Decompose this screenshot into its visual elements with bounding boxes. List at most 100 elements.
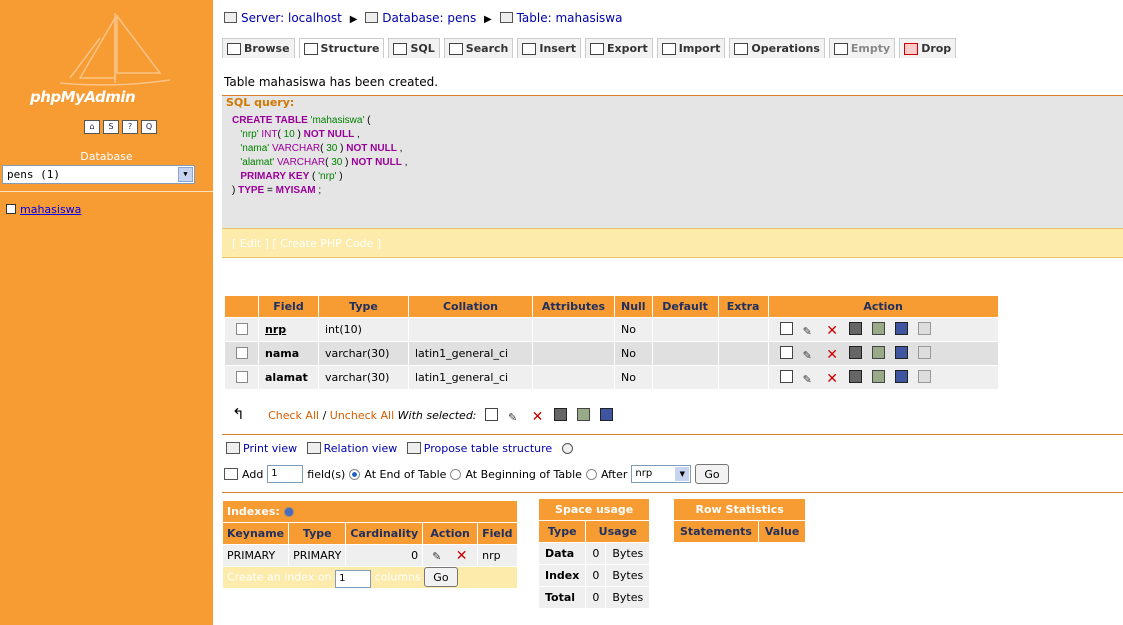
create-index-go-button[interactable]: Go	[424, 567, 458, 588]
drop-x-icon[interactable]: ✕	[455, 549, 468, 563]
print-icon	[226, 442, 240, 454]
sql-edit-links[interactable]: [ Edit ] [ Create PHP Code ]	[232, 237, 381, 250]
unique-icon[interactable]	[894, 321, 908, 335]
check-all-row: ↰ Check All / Uncheck All With selected:…	[232, 405, 618, 424]
phpmyadmin-logo-text[interactable]: phpMyAdmin	[30, 88, 136, 106]
space-value-cell: 0	[585, 542, 607, 565]
tab-search[interactable]: Search	[443, 38, 514, 58]
at-end-radio[interactable]	[349, 468, 361, 480]
check-all-separator: /	[322, 409, 327, 422]
insert-icon	[522, 42, 537, 55]
database-select[interactable]: pens (1) ▼	[2, 165, 195, 184]
add-label: Add	[242, 467, 264, 481]
column-header-type: Type	[318, 295, 409, 318]
table-row: PRIMARY PRIMARY 0 ✎ ✕ nrp	[221, 544, 518, 567]
after-field-select[interactable]: nrp ▼	[631, 465, 692, 483]
table-row: nrp int(10) No ✎ ✕	[224, 317, 999, 342]
tab-insert[interactable]: Insert	[517, 38, 581, 58]
index-icon[interactable]	[871, 369, 885, 383]
browse-icon[interactable]	[485, 408, 499, 421]
tab-drop[interactable]: Drop	[899, 38, 957, 58]
unique-icon[interactable]	[600, 408, 614, 421]
primary-key-icon[interactable]	[554, 408, 568, 421]
breadcrumb: Server: localhost ▶ Database: pens ▶ Tab…	[224, 11, 622, 25]
space-type-cell: Data	[537, 542, 587, 565]
after-radio[interactable]	[585, 468, 597, 480]
after-field-value: nrp	[635, 468, 653, 479]
help-icon[interactable]: ?	[122, 120, 138, 134]
primary-key-icon[interactable]	[848, 369, 862, 383]
default-cell	[651, 341, 719, 366]
drop-x-icon[interactable]: ✕	[826, 348, 839, 362]
primary-key-icon[interactable]	[848, 321, 862, 335]
edit-pencil-icon[interactable]: ✎	[803, 325, 816, 338]
drop-x-icon[interactable]: ✕	[531, 410, 544, 424]
fulltext-icon[interactable]	[917, 345, 931, 359]
fields-label: field(s)	[307, 467, 346, 481]
browse-icon[interactable]	[779, 345, 793, 359]
relation-icon	[306, 442, 321, 454]
home-icon[interactable]: ⌂	[84, 120, 100, 134]
tab-label: Search	[465, 42, 509, 55]
add-field-count-input[interactable]: 1	[267, 465, 304, 483]
primary-key-icon[interactable]	[848, 345, 862, 359]
propose-structure-link[interactable]: Propose table structure	[424, 442, 552, 455]
row-statistics-table: Row Statistics Statements Value	[672, 498, 807, 543]
fulltext-icon[interactable]	[917, 369, 931, 383]
index-icon[interactable]	[577, 408, 591, 421]
left-table-item[interactable]: mahasiswa	[6, 203, 81, 216]
help-icon[interactable]	[283, 507, 294, 517]
browse-icon[interactable]	[779, 369, 793, 383]
tab-operations[interactable]: Operations	[729, 38, 825, 58]
space-unit-cell: Bytes	[605, 542, 651, 565]
tab-import[interactable]: Import	[656, 38, 726, 58]
row-checkbox[interactable]	[235, 347, 248, 359]
tab-label: Export	[607, 42, 648, 55]
uncheck-all-link[interactable]: Uncheck All	[330, 409, 394, 422]
edit-pencil-icon[interactable]: ✎	[432, 550, 445, 563]
operations-icon	[734, 42, 749, 55]
breadcrumb-database[interactable]: Database: pens	[382, 11, 476, 25]
sql-icon[interactable]: S	[103, 120, 119, 134]
unique-icon[interactable]	[894, 369, 908, 383]
table-row: alamat varchar(30) latin1_general_ci No …	[224, 365, 999, 390]
fulltext-icon[interactable]	[917, 321, 931, 335]
print-view-link[interactable]: Print view	[243, 442, 297, 455]
drop-icon	[904, 42, 919, 55]
row-checkbox[interactable]	[235, 371, 248, 383]
drop-x-icon[interactable]: ✕	[826, 372, 839, 386]
structure-icon	[303, 42, 318, 55]
with-selected-label: With selected:	[397, 409, 477, 422]
relation-view-link[interactable]: Relation view	[324, 442, 398, 455]
breadcrumb-server[interactable]: Server: localhost	[241, 11, 342, 25]
create-index-count-input[interactable]: 1	[335, 569, 372, 588]
add-field-go-button[interactable]: Go	[695, 464, 729, 484]
column-header-value: Value	[757, 520, 807, 543]
edit-pencil-icon[interactable]: ✎	[803, 373, 816, 386]
query-window-icon[interactable]: Q	[141, 120, 157, 134]
edit-pencil-icon[interactable]: ✎	[803, 349, 816, 362]
tab-sql[interactable]: SQL	[388, 38, 440, 58]
index-icon[interactable]	[871, 321, 885, 335]
tab-structure[interactable]: Structure	[298, 38, 385, 58]
export-icon	[590, 42, 604, 55]
drop-x-icon[interactable]: ✕	[826, 324, 839, 338]
database-select-value: pens (1)	[7, 168, 60, 181]
tab-empty[interactable]: Empty	[828, 38, 896, 58]
space-value-cell: 0	[585, 564, 607, 587]
extra-cell	[717, 341, 769, 366]
help-icon[interactable]	[561, 443, 573, 454]
tab-browse[interactable]: Browse	[222, 38, 295, 58]
browse-icon[interactable]	[779, 321, 793, 335]
sql-icon	[393, 42, 408, 55]
null-cell: No	[614, 365, 653, 390]
index-icon[interactable]	[871, 345, 885, 359]
at-beginning-radio[interactable]	[450, 468, 462, 480]
edit-pencil-icon[interactable]: ✎	[508, 411, 521, 424]
tab-export[interactable]: Export	[585, 38, 653, 58]
breadcrumb-table[interactable]: Table: mahasiswa	[517, 11, 623, 25]
check-all-link[interactable]: Check All	[268, 409, 319, 422]
column-header-attributes: Attributes	[532, 295, 615, 318]
row-checkbox[interactable]	[235, 323, 248, 335]
unique-icon[interactable]	[894, 345, 908, 359]
